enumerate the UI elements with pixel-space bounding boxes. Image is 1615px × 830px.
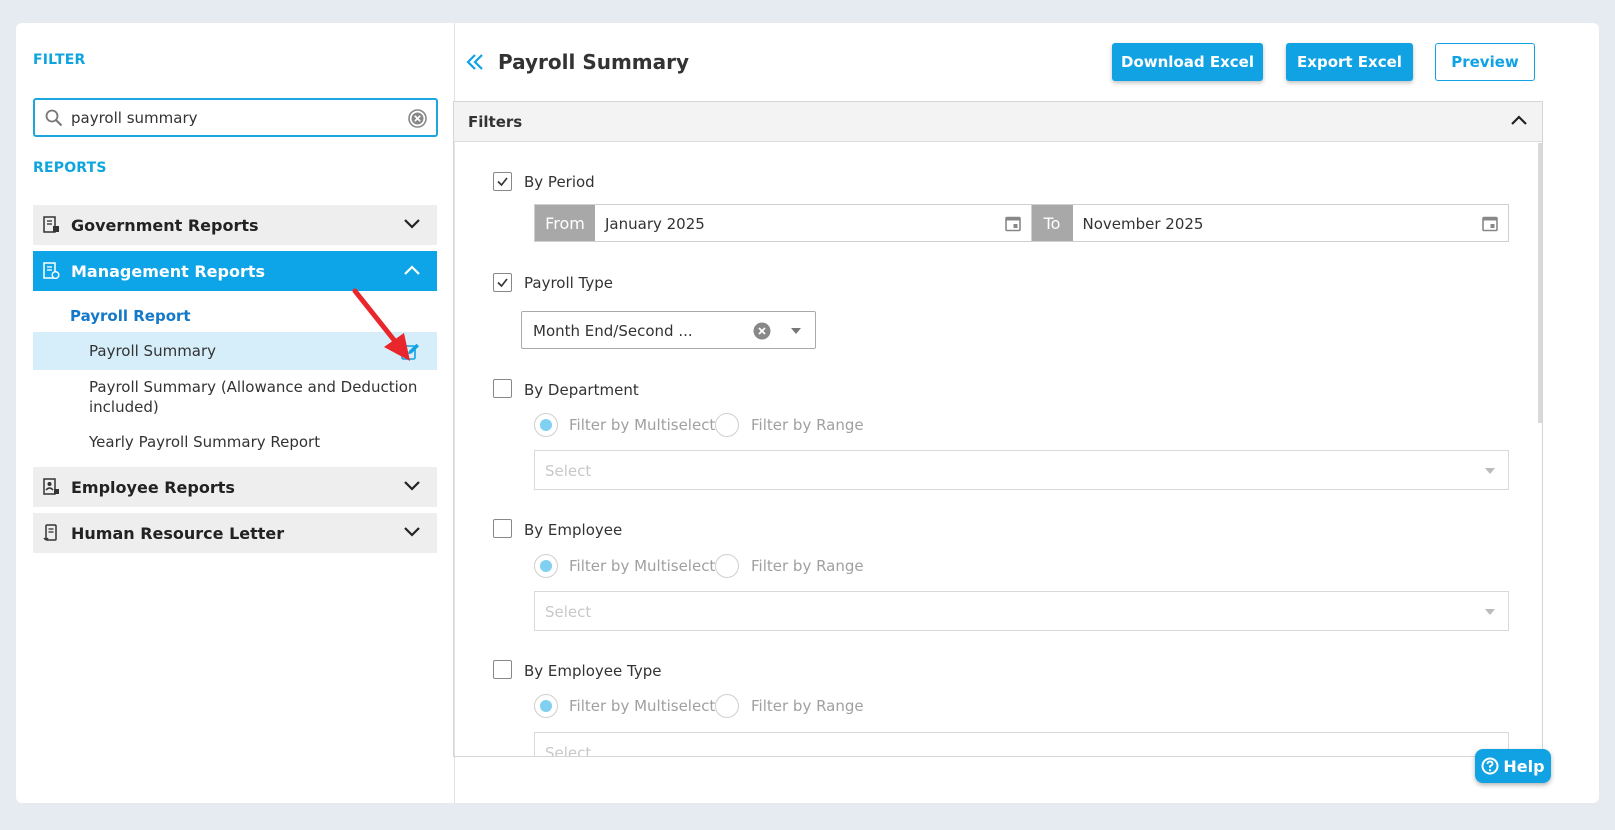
export-excel-button[interactable]: Export Excel [1286,43,1413,81]
search-box[interactable] [33,98,438,137]
employee-type-select-clip: Select [534,732,1509,756]
group-label: Employee Reports [71,477,235,497]
by-employee-checkbox[interactable] [493,519,512,538]
filters-scrollbar[interactable] [1538,143,1542,423]
dropdown-caret-icon [1485,609,1495,615]
page-title: Payroll Summary [498,50,690,74]
report-settings-icon [43,262,60,279]
from-date-value: January 2025 [605,215,705,233]
search-icon [45,109,63,127]
select-placeholder: Select [545,744,592,756]
dropdown-caret-icon [1485,468,1495,474]
radio-label: Filter by Multiselect [569,697,716,715]
by-employee-type-checkbox[interactable] [493,660,512,679]
department-range-radio[interactable] [715,413,739,437]
chevron-down-icon [404,481,420,491]
payroll-type-value: Month End/Second ... [533,322,693,340]
chevron-down-icon [404,219,420,229]
reports-label: REPORTS [33,160,107,176]
employee-select[interactable]: Select [534,591,1509,631]
department-multiselect-radio[interactable] [534,413,558,437]
letter-scroll-icon [43,524,57,541]
radio-label: Filter by Multiselect [569,557,716,575]
group-label: Human Resource Letter [71,523,285,543]
employee-multiselect-radio[interactable] [534,554,558,578]
question-circle-icon [1481,757,1499,775]
collapse-sidebar-icon[interactable] [466,53,484,71]
help-button[interactable]: Help [1475,749,1551,783]
checkmark-icon [497,177,508,187]
by-department-label: By Department [524,381,639,399]
preview-button[interactable]: Preview [1435,43,1535,81]
report-item-label: Yearly Payroll Summary Report [89,433,321,451]
radio-label: Filter by Range [751,697,864,715]
group-label: Government Reports [71,215,259,235]
to-date-field[interactable]: November 2025 [1073,205,1509,241]
payroll-type-checkbox[interactable] [493,273,512,292]
select-placeholder: Select [545,462,592,480]
employee-type-select[interactable]: Select [534,732,1509,756]
report-item-label: Payroll Summary (Allowance and Deduction… [89,378,418,416]
by-period-label: By Period [524,173,595,191]
clear-selection-icon[interactable] [753,322,771,340]
payroll-type-select[interactable]: Month End/Second ... [521,311,816,349]
by-employee-label: By Employee [524,521,623,539]
annotation-arrow [352,288,410,361]
department-select[interactable]: Select [534,450,1509,490]
to-date-value: November 2025 [1082,215,1204,233]
group-employee-reports[interactable]: Employee Reports [33,467,437,507]
dropdown-caret-icon [791,328,801,334]
sidebar: FILTER REPORTS Government Re [16,23,455,803]
help-label: Help [1503,756,1545,776]
group-human-resource-letter[interactable]: Human Resource Letter [33,513,437,553]
radio-label: Filter by Multiselect [569,416,716,434]
sub-heading-payroll-report: Payroll Report [70,307,191,325]
period-range: From January 2025 To November 2025 [534,204,1509,242]
search-input[interactable] [71,107,401,129]
employee-range-radio[interactable] [715,554,739,578]
report-book-icon [43,216,59,233]
payroll-type-label: Payroll Type [524,274,614,292]
clear-search-icon[interactable] [408,109,427,128]
employee-report-icon [43,478,59,495]
select-placeholder: Select [545,603,592,621]
filters-title: Filters [468,113,523,131]
calendar-icon[interactable] [1004,215,1021,232]
employee-type-range-radio[interactable] [715,694,739,718]
radio-label: Filter by Range [751,557,864,575]
group-government-reports[interactable]: Government Reports [33,205,437,245]
by-period-checkbox[interactable] [493,172,512,191]
filter-label: FILTER [33,52,86,68]
from-tag: From [535,205,595,241]
chevron-up-icon [404,265,420,275]
calendar-icon[interactable] [1482,215,1498,232]
chevron-up-icon[interactable] [1510,114,1528,126]
by-employee-type-label: By Employee Type [524,662,662,680]
by-department-checkbox[interactable] [493,379,512,398]
download-excel-button[interactable]: Download Excel [1112,43,1263,81]
report-item-payroll-summary-allowance[interactable]: Payroll Summary (Allowance and Deduction… [33,377,437,417]
group-label: Management Reports [71,261,266,281]
to-tag: To [1031,205,1073,241]
filters-header[interactable]: Filters [454,102,1542,142]
report-item-yearly-payroll-summary[interactable]: Yearly Payroll Summary Report [33,432,437,452]
employee-type-multiselect-radio[interactable] [534,694,558,718]
from-date-field[interactable]: January 2025 [595,205,1032,241]
report-item-label: Payroll Summary [89,342,217,360]
radio-label: Filter by Range [751,416,864,434]
chevron-down-icon [404,527,420,537]
checkmark-icon [497,278,508,288]
